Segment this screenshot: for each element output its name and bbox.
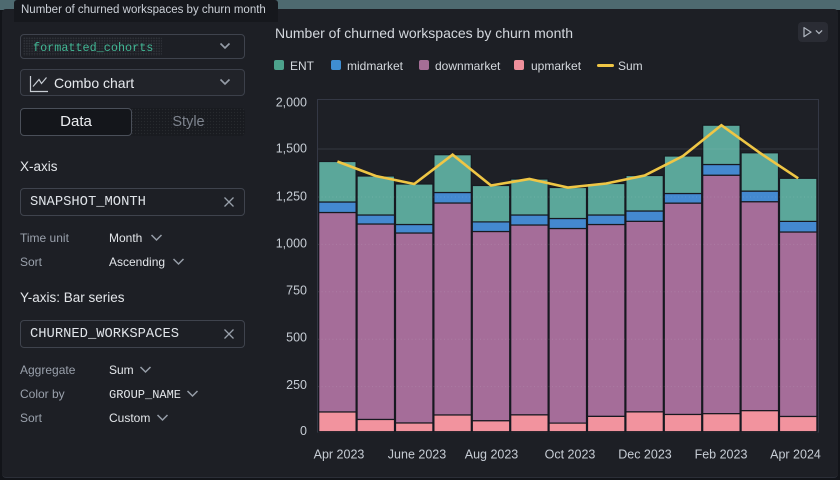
- svg-text:250: 250: [286, 378, 307, 392]
- svg-text:Dec 2023: Dec 2023: [618, 448, 672, 462]
- svg-text:Aug 2023: Aug 2023: [465, 448, 519, 462]
- svg-text:Apr 2024: Apr 2024: [770, 448, 821, 462]
- svg-text:0: 0: [300, 424, 307, 438]
- svg-text:2,000: 2,000: [276, 95, 307, 109]
- svg-text:Oct 2023: Oct 2023: [545, 448, 596, 462]
- svg-text:Feb 2023: Feb 2023: [695, 448, 748, 462]
- svg-text:Apr 2023: Apr 2023: [314, 448, 365, 462]
- svg-text:1,000: 1,000: [276, 236, 307, 250]
- svg-text:June 2023: June 2023: [388, 448, 446, 462]
- svg-text:750: 750: [286, 284, 307, 298]
- svg-text:1,250: 1,250: [276, 189, 307, 203]
- svg-text:1,500: 1,500: [276, 141, 307, 155]
- svg-text:500: 500: [286, 331, 307, 345]
